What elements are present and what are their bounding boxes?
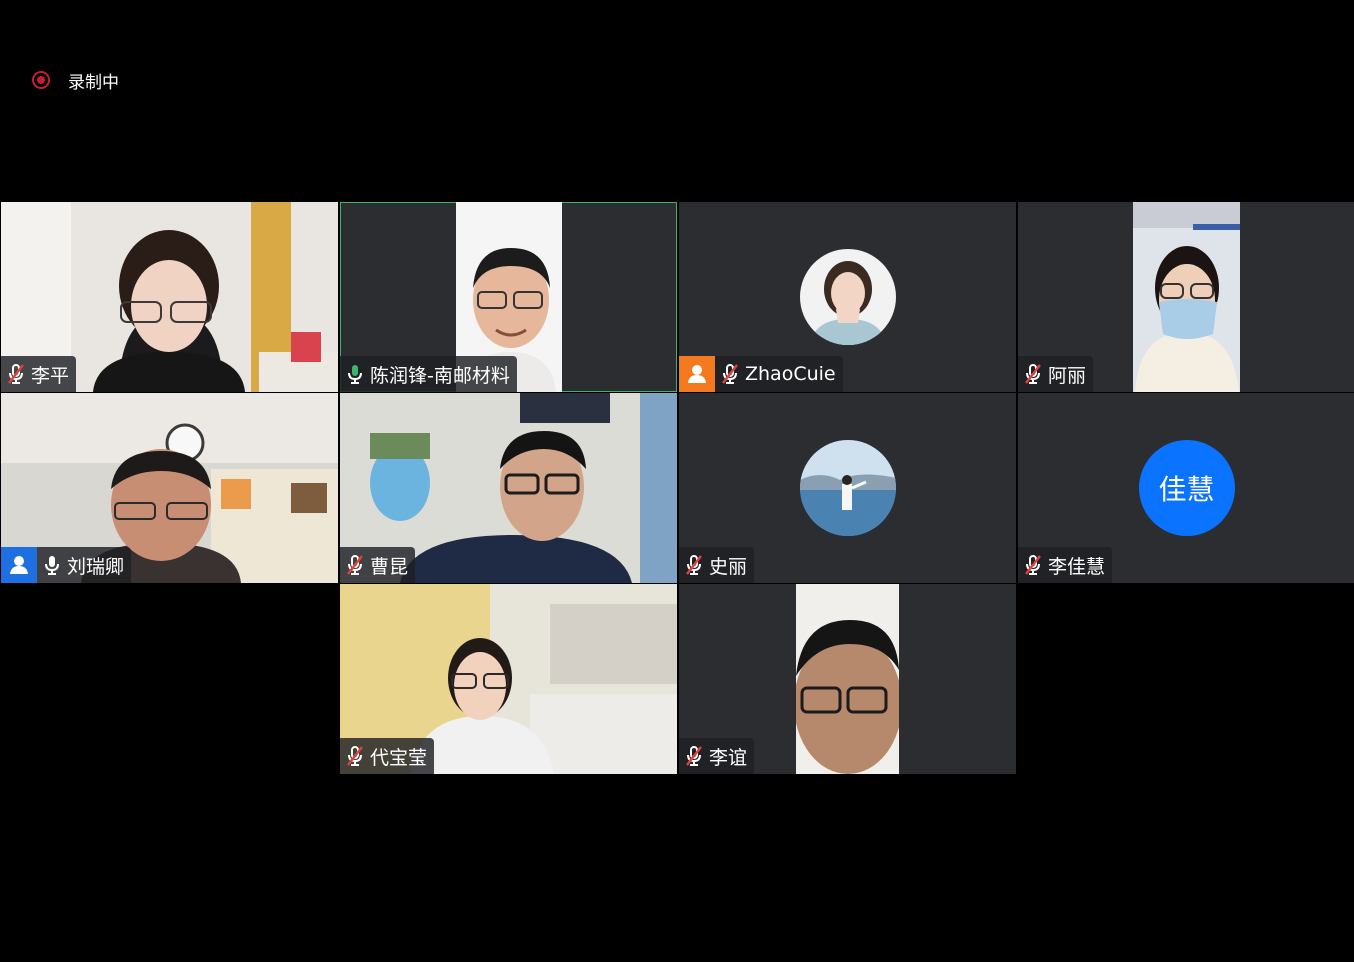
participant-tile[interactable]: 史丽 [679, 393, 1016, 583]
mic-muted-icon[interactable] [715, 356, 745, 392]
nameplate: 李谊 [679, 738, 755, 774]
participant-tile[interactable]: 李谊 [679, 584, 1016, 774]
nameplate: ZhaoCuie [679, 356, 843, 392]
participant-name: 阿丽 [1048, 364, 1087, 387]
mic-muted-icon[interactable] [1, 356, 31, 392]
mic-speaking-icon[interactable] [340, 356, 370, 392]
nameplate: 李佳慧 [1018, 547, 1113, 583]
recording-label: 录制中 [68, 72, 119, 93]
participant-name: 曹昆 [370, 555, 409, 578]
participant-avatar [799, 440, 896, 536]
mic-muted-icon[interactable] [1018, 356, 1048, 392]
mic-muted-icon[interactable] [679, 547, 709, 583]
mic-muted-icon[interactable] [340, 547, 370, 583]
participant-name: 李佳慧 [1048, 555, 1106, 578]
mic-muted-icon[interactable] [1018, 547, 1048, 583]
mic-on-icon[interactable] [37, 547, 67, 583]
nameplate: 代宝莹 [340, 738, 435, 774]
participant-name: 陈润锋-南邮材料 [370, 364, 510, 387]
participant-tile[interactable]: 阿丽 [1018, 202, 1354, 392]
mic-muted-icon[interactable] [340, 738, 370, 774]
participant-avatar [799, 249, 896, 345]
participant-video [796, 584, 899, 774]
participant-name: 李谊 [709, 746, 748, 769]
nameplate: 李平 [1, 356, 77, 392]
participant-name: 史丽 [709, 555, 748, 578]
participant-name: 代宝莹 [370, 746, 428, 769]
participant-name: 李平 [31, 364, 70, 387]
participant-tile[interactable]: 李平 [1, 202, 338, 392]
participant-video [1133, 202, 1240, 392]
participant-tile[interactable]: 代宝莹 [340, 584, 677, 774]
participant-tile[interactable]: ZhaoCuie [679, 202, 1016, 392]
nameplate: 史丽 [679, 547, 755, 583]
mic-muted-icon[interactable] [679, 738, 709, 774]
participant-tile[interactable]: 佳慧 李佳慧 [1018, 393, 1354, 583]
participant-tile[interactable]: 刘瑞卿 [1, 393, 338, 583]
host-badge-icon [679, 356, 715, 392]
initials-avatar: 佳慧 [1138, 440, 1235, 536]
participant-tile[interactable]: 曹昆 [340, 393, 677, 583]
participant-name: 刘瑞卿 [67, 555, 125, 578]
recording-indicator: 录制中 [32, 68, 119, 93]
participant-tile-active-speaker[interactable]: 陈润锋-南邮材料 [340, 202, 677, 392]
record-icon [32, 71, 50, 89]
nameplate: 阿丽 [1018, 356, 1094, 392]
participant-name: ZhaoCuie [745, 363, 836, 385]
nameplate: 曹昆 [340, 547, 416, 583]
cohost-badge-icon [1, 547, 37, 583]
nameplate: 刘瑞卿 [1, 547, 132, 583]
nameplate: 陈润锋-南邮材料 [340, 356, 517, 392]
